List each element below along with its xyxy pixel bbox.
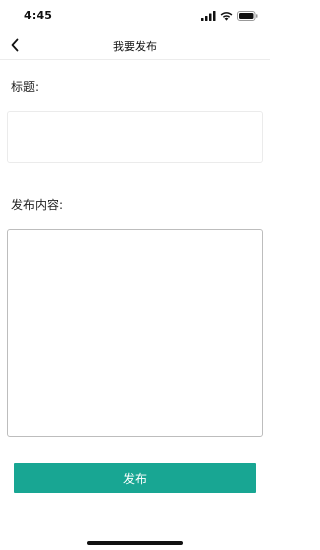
content-label: 发布内容: xyxy=(11,198,64,212)
page-title: 我要发布 xyxy=(113,40,157,53)
home-indicator xyxy=(87,541,183,545)
title-input[interactable] xyxy=(7,111,263,163)
signal-icon xyxy=(201,11,216,21)
wifi-icon xyxy=(220,11,233,21)
publish-button[interactable]: 发布 xyxy=(14,463,256,493)
nav-bar: 我要发布 xyxy=(0,32,270,60)
title-label: 标题: xyxy=(11,80,40,94)
publish-screen: 4:45 我要发布 标题: 发布内容: 发布 xyxy=(0,0,270,550)
battery-icon xyxy=(237,11,258,21)
content-textarea[interactable] xyxy=(7,229,263,437)
status-time: 4:45 xyxy=(24,9,53,22)
status-bar: 4:45 xyxy=(0,0,270,32)
status-icons xyxy=(201,10,258,22)
